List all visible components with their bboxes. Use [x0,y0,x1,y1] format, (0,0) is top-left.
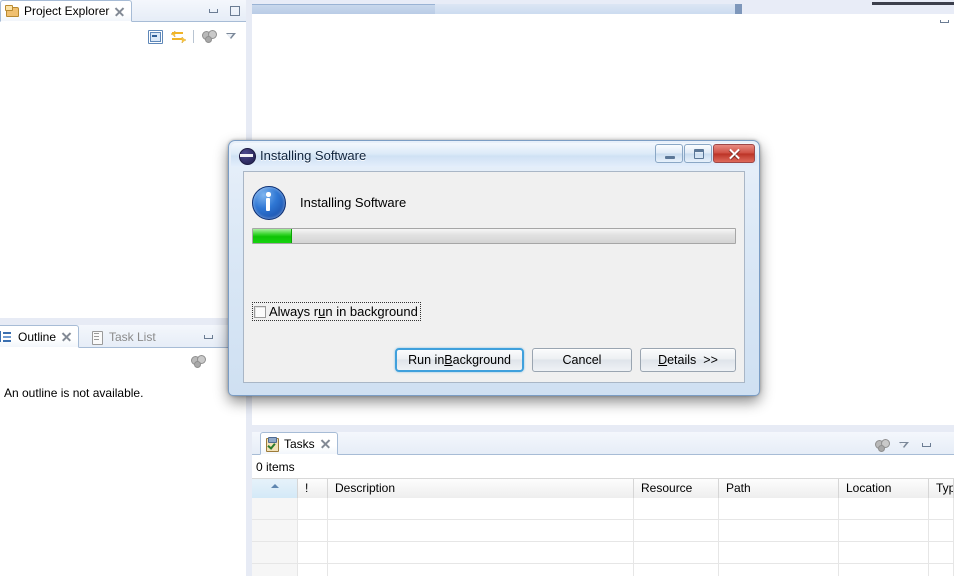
close-icon[interactable] [114,6,125,17]
tab-outline[interactable]: Outline [0,325,80,348]
table-row[interactable] [252,542,954,564]
tasks-table[interactable]: ! Description Resource Path Location Typ [252,478,954,576]
checkbox-label-after: n in background [325,304,418,319]
project-explorer-tree[interactable] [0,60,246,318]
outline-window-buttons[interactable] [202,331,216,343]
checkbox-label-before: Always r [269,304,319,319]
tab-tasks[interactable]: Tasks [260,432,338,455]
outline-content: An outline is not available. [0,380,246,576]
button-label-suffix: >> [703,353,718,367]
editor-tab-partial-secondary[interactable] [435,4,735,14]
outline-view: Outline Task List An outline is not avai… [0,325,246,576]
task-list-icon [90,330,104,345]
project-explorer-view: Project Explorer [0,0,246,318]
tasks-toolbar[interactable] [874,437,934,453]
dialog-button-row[interactable]: Run in Background Cancel Details >> [395,348,736,372]
tab-task-list[interactable]: Task List [86,325,163,348]
project-explorer-tab-strip[interactable]: Project Explorer [0,0,246,22]
left-panel-column: Project Explorer Outline Task List An ou… [0,0,252,576]
dialog-message-row: Installing Software [252,186,407,220]
column-header-resource[interactable]: Resource [634,479,719,498]
tab-label: Outline [18,329,57,344]
editor-tab-strip[interactable] [252,0,954,14]
chevron-down-icon[interactable] [897,437,913,453]
button-label-after: etails [667,353,697,367]
dialog-body: Installing Software Always run in backgr… [243,171,745,383]
tasks-count-label: 0 items [256,460,295,474]
sash-horizontal-bottom[interactable] [252,425,954,432]
outline-toolbar[interactable] [190,353,206,369]
sash-horizontal[interactable] [0,318,252,325]
tasks-view: Tasks 0 items ! Description Resource Pat… [252,432,954,576]
always-run-in-background-checkbox[interactable]: Always run in background [252,302,421,321]
progress-bar-fill [253,229,292,243]
column-header-sort[interactable] [252,479,298,498]
editor-tab-marker [735,4,742,14]
outline-empty-message: An outline is not available. [4,386,144,400]
view-menu-icon[interactable] [190,353,206,369]
table-row[interactable] [252,498,954,520]
close-icon[interactable] [713,144,755,163]
maximize-icon[interactable] [228,5,242,17]
close-icon[interactable] [61,331,72,342]
tab-label: Project Explorer [24,4,110,18]
minimize-icon[interactable] [207,5,221,17]
editor-toolbar-bar [872,2,954,5]
info-icon [252,186,286,220]
checkbox-label: Always run in background [269,304,418,319]
dialog-title: Installing Software [260,147,367,163]
collapse-all-icon[interactable] [147,28,163,44]
minimize-icon[interactable] [655,144,683,163]
workbench-window: Project Explorer Outline Task List An ou… [0,0,954,576]
checkbox-box[interactable] [254,305,266,318]
column-header-description[interactable]: Description [328,479,634,498]
view-menu-icon[interactable] [201,28,217,44]
button-mnemonic: B [444,353,453,367]
view-menu-icon[interactable] [874,437,890,453]
button-label-before: Cancel [562,353,602,367]
cancel-button[interactable]: Cancel [532,348,632,372]
dialog-title-bar[interactable]: Installing Software [231,143,757,167]
editor-minimize-button[interactable] [938,17,952,26]
table-row[interactable] [252,564,954,576]
project-explorer-window-buttons[interactable] [207,5,242,17]
minimize-icon[interactable] [202,331,216,343]
details-button[interactable]: Details >> [640,348,736,372]
tasks-tab-strip[interactable]: Tasks [252,432,954,455]
tab-label: Task List [109,329,156,344]
progress-bar [252,228,736,244]
run-in-background-button[interactable]: Run in Background [395,348,524,372]
table-row[interactable] [252,520,954,542]
close-icon[interactable] [320,438,331,449]
button-label-after: ackground [452,353,511,367]
column-header-type[interactable]: Typ [929,479,954,498]
tab-project-explorer[interactable]: Project Explorer [0,0,133,22]
outline-tab-strip[interactable]: Outline Task List [0,325,246,348]
minimize-icon[interactable] [920,439,934,451]
tasks-table-body[interactable] [252,498,954,576]
chevron-down-icon[interactable] [224,28,240,44]
tasks-table-header[interactable]: ! Description Resource Path Location Typ [252,478,954,498]
tab-label: Tasks [284,436,315,451]
tasks-icon [265,436,279,452]
toolbar-separator [193,29,194,43]
installing-software-dialog: Installing Software Installing Software … [228,140,760,396]
project-folder-icon [5,4,19,18]
button-label-before: Run in [408,353,445,367]
link-with-editor-icon[interactable] [170,28,186,44]
dialog-message: Installing Software [300,194,407,210]
column-header-location[interactable]: Location [839,479,929,498]
project-explorer-toolbar[interactable] [147,28,240,44]
eclipse-icon [239,147,256,165]
column-header-path[interactable]: Path [719,479,839,498]
column-header-severity[interactable]: ! [298,479,328,498]
dialog-window-buttons[interactable] [655,144,755,163]
maximize-icon[interactable] [684,144,712,163]
sort-ascending-icon [270,484,279,488]
outline-icon [0,330,13,344]
button-mnemonic: D [658,353,668,367]
